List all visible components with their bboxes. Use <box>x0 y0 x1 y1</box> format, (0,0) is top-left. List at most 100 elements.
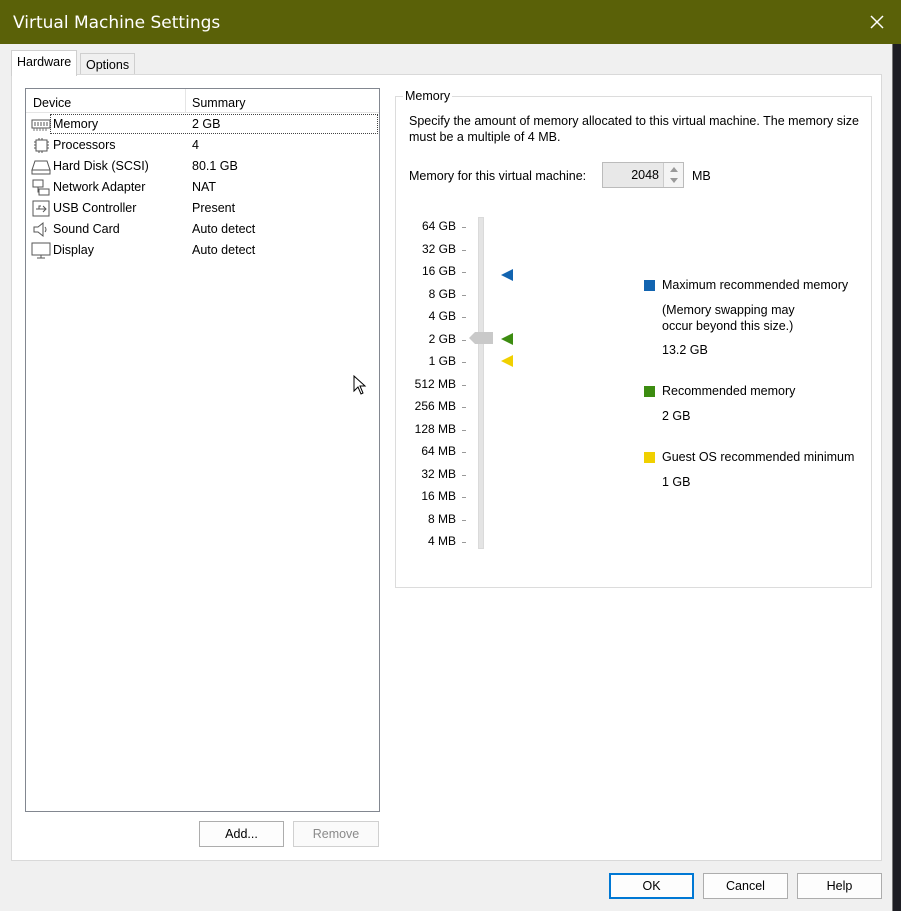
recommended-label: Recommended memory <box>662 384 796 398</box>
close-button[interactable] <box>865 10 889 34</box>
remove-device-button[interactable]: Remove <box>293 821 379 847</box>
scale-tick-mark <box>462 362 466 363</box>
mouse-cursor-icon <box>353 375 367 395</box>
scale-tick-mark <box>462 384 466 386</box>
device-row-sound-card[interactable]: Sound Card Auto detect <box>26 219 379 240</box>
scale-tick-label: 8 MB <box>427 511 456 526</box>
device-name: Display <box>53 243 94 257</box>
device-summary: NAT <box>192 180 217 194</box>
help-button[interactable]: Help <box>797 873 882 899</box>
scale-tick-label: 4 GB <box>428 309 456 323</box>
scale-tick-label: 16 MB <box>421 489 456 503</box>
scale-tick-mark <box>462 294 466 296</box>
memory-group-title: Memory <box>403 89 453 103</box>
network-adapter-icon <box>32 179 50 196</box>
device-name: Memory <box>53 117 99 131</box>
memory-icon <box>31 119 51 131</box>
device-summary: Auto detect <box>192 222 256 236</box>
device-summary: 4 <box>192 138 199 152</box>
minimum-marker <box>501 355 513 367</box>
tab-hardware[interactable]: Hardware <box>11 50 78 76</box>
processor-icon <box>34 138 49 153</box>
device-list[interactable]: Device Summary Memory 2 GB Processors 4 … <box>25 88 380 812</box>
memory-spinbox[interactable]: 2048 <box>602 162 684 188</box>
scale-tick-label: 128 MB <box>414 421 456 436</box>
scale-tick-label: 2 GB <box>428 331 456 346</box>
max-recommended-note-1: (Memory swapping may <box>662 303 795 317</box>
device-name: Sound Card <box>53 222 120 236</box>
max-recommended-note-2: occur beyond this size.) <box>662 319 794 333</box>
hard-disk-icon <box>31 160 51 175</box>
minimum-value: 1 GB <box>662 475 691 489</box>
scale-tick-mark <box>462 429 466 431</box>
tab-options-label: Options <box>86 58 130 72</box>
title-bar: Virtual Machine Settings <box>0 0 901 44</box>
scale-tick-mark <box>462 407 466 408</box>
scale-tick-mark <box>462 249 466 251</box>
ok-button[interactable]: OK <box>609 873 694 899</box>
device-row-usb-controller[interactable]: USB Controller Present <box>26 198 379 219</box>
scale-tick-mark <box>462 452 466 453</box>
memory-slider-thumb[interactable] <box>469 332 493 344</box>
device-row-processors[interactable]: Processors 4 <box>26 135 379 156</box>
device-summary: 80.1 GB <box>192 159 238 173</box>
recommended-swatch <box>644 386 655 397</box>
device-summary: Auto detect <box>192 243 256 257</box>
device-list-header: Device Summary <box>26 89 379 113</box>
device-row-display[interactable]: Display Auto detect <box>26 240 379 261</box>
minimum-swatch <box>644 452 655 463</box>
memory-spinner-arrows[interactable] <box>663 163 683 187</box>
recommended-value: 2 GB <box>662 409 691 423</box>
device-name: Hard Disk (SCSI) <box>53 159 149 173</box>
device-row-memory[interactable]: Memory 2 GB <box>26 114 379 135</box>
monitor-icon <box>31 242 51 259</box>
scale-tick-mark <box>462 227 466 228</box>
scale-tick-label: 8 GB <box>428 286 456 301</box>
scale-tick-label: 1 GB <box>428 354 456 368</box>
cancel-button[interactable]: Cancel <box>703 873 788 899</box>
scale-tick-mark <box>462 317 466 318</box>
usb-icon <box>32 200 50 217</box>
max-recommended-value: 13.2 GB <box>662 343 708 357</box>
scale-tick-mark <box>462 519 466 521</box>
device-name: USB Controller <box>53 201 137 215</box>
memory-slider-track[interactable] <box>478 217 484 549</box>
dialog-body: Hardware Options Device Summary Memory 2… <box>0 44 893 911</box>
scale-tick-mark <box>462 272 466 273</box>
memory-description: Specify the amount of memory allocated t… <box>409 114 859 144</box>
max-recommended-marker <box>501 269 513 281</box>
scale-tick-label: 256 MB <box>414 399 456 413</box>
device-column-header[interactable]: Device <box>33 96 71 110</box>
device-row-hard-disk[interactable]: Hard Disk (SCSI) 80.1 GB <box>26 156 379 177</box>
memory-value: 2048 <box>631 168 659 182</box>
scale-tick-mark <box>462 497 466 498</box>
column-divider <box>185 89 186 113</box>
scale-tick-mark <box>462 474 466 476</box>
scale-tick-label: 64 GB <box>421 219 456 233</box>
scale-tick-label: 512 MB <box>414 376 456 391</box>
recommended-marker <box>501 333 513 345</box>
scale-tick-mark <box>462 542 466 543</box>
device-row-network-adapter[interactable]: Network Adapter NAT <box>26 177 379 198</box>
summary-column-header[interactable]: Summary <box>192 96 245 110</box>
device-name: Processors <box>53 138 116 152</box>
device-summary: Present <box>192 201 236 215</box>
window-title: Virtual Machine Settings <box>13 13 221 33</box>
scale-tick-label: 32 MB <box>421 466 456 481</box>
scale-tick-label: 16 GB <box>421 264 456 278</box>
device-name: Network Adapter <box>53 180 146 194</box>
add-device-button[interactable]: Add... <box>199 821 284 847</box>
speaker-icon <box>33 221 47 238</box>
spin-down-icon[interactable] <box>670 178 678 183</box>
hardware-tab-page: Device Summary Memory 2 GB Processors 4 … <box>11 74 882 861</box>
max-recommended-swatch <box>644 280 655 291</box>
max-recommended-label: Maximum recommended memory <box>662 278 849 292</box>
memory-group: Memory Specify the amount of memory allo… <box>395 89 872 588</box>
minimum-label: Guest OS recommended minimum <box>662 450 855 464</box>
memory-unit: MB <box>692 169 711 183</box>
scale-tick-mark <box>462 339 466 341</box>
close-icon <box>870 15 884 29</box>
device-summary: 2 GB <box>192 117 221 131</box>
memory-field-label: Memory for this virtual machine: <box>409 169 587 183</box>
spin-up-icon[interactable] <box>670 167 678 172</box>
